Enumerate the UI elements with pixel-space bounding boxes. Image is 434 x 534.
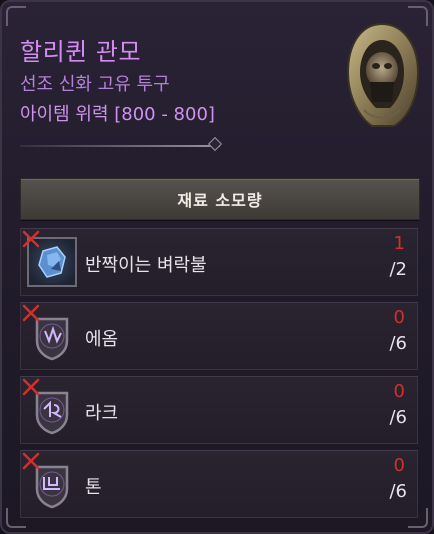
material-row[interactable]: 에옴 0 /6 bbox=[20, 302, 418, 370]
insufficient-x-icon bbox=[22, 304, 40, 322]
item-type: 선조 신화 고유 투구 bbox=[20, 74, 170, 95]
material-name: 라크 bbox=[85, 403, 119, 424]
material-row[interactable]: 라크 0 /6 bbox=[20, 376, 418, 444]
material-name: 반짝이는 벼락불 bbox=[85, 255, 207, 276]
insufficient-x-icon bbox=[22, 378, 40, 396]
material-have-count: 0 bbox=[393, 307, 405, 328]
material-have-count: 0 bbox=[393, 381, 405, 402]
item-tooltip-panel: 할리퀸 관모 선조 신화 고유 투구 아이템 위력 [800 - 800] 재료… bbox=[0, 0, 434, 534]
frame-corner bbox=[6, 6, 26, 26]
material-name: 톤 bbox=[85, 477, 102, 498]
material-need-count: /6 bbox=[389, 407, 407, 428]
item-name: 할리퀸 관모 bbox=[20, 38, 142, 66]
material-name: 에옴 bbox=[85, 329, 119, 350]
insufficient-x-icon bbox=[22, 452, 40, 470]
material-row[interactable]: 톤 0 /6 bbox=[20, 450, 418, 518]
material-need-count: /6 bbox=[389, 481, 407, 502]
material-row[interactable]: 반짝이는 벼락불 1 /2 bbox=[20, 228, 418, 296]
item-power: 아이템 위력 [800 - 800] bbox=[20, 104, 215, 125]
insufficient-x-icon bbox=[22, 230, 40, 248]
material-have-count: 0 bbox=[393, 455, 405, 476]
material-need-count: /6 bbox=[389, 333, 407, 354]
materials-header: 재료 소모량 bbox=[20, 178, 420, 220]
material-have-count: 1 bbox=[393, 233, 405, 254]
divider bbox=[20, 145, 220, 147]
hooded-helm-icon bbox=[346, 22, 420, 127]
material-need-count: /2 bbox=[389, 259, 407, 280]
divider-ornament bbox=[207, 136, 223, 152]
